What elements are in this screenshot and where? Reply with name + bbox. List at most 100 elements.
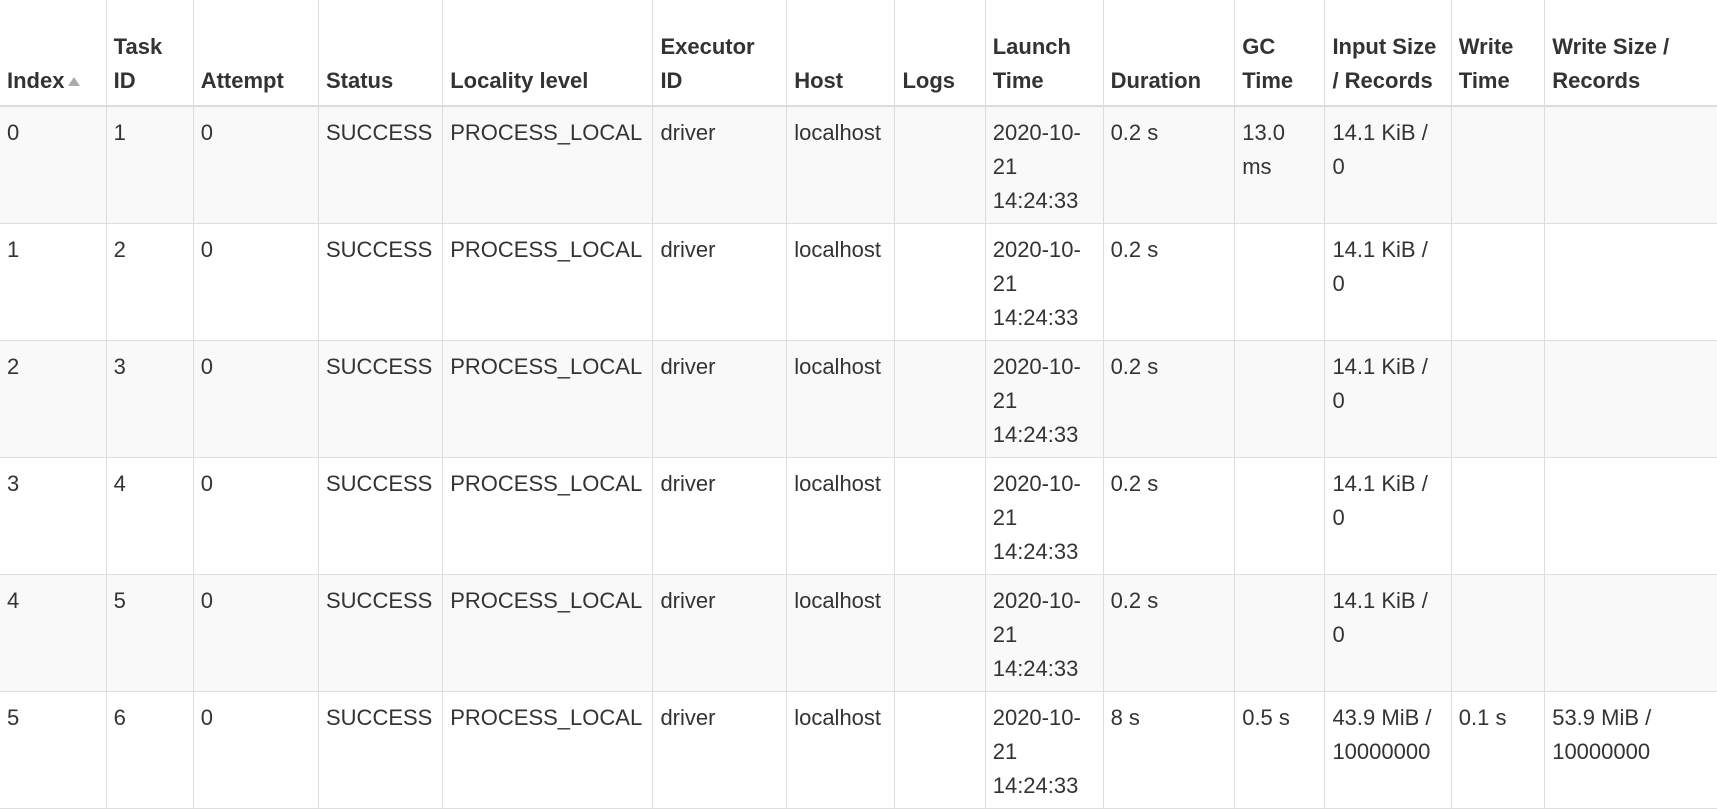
cell-logs xyxy=(894,573,986,692)
cell-logs xyxy=(894,690,986,809)
cell-status: SUCCESS xyxy=(317,690,443,809)
column-header-label: Index xyxy=(7,68,65,93)
cell-write-size-records xyxy=(1544,573,1717,692)
cell-launch-time: 2020-10-21 14:24:33 xyxy=(984,339,1104,458)
cell-gc-time xyxy=(1234,339,1325,458)
cell-gc-time xyxy=(1234,456,1325,575)
column-header-locality-level[interactable]: Locality level xyxy=(442,0,653,107)
column-header-launch-time[interactable]: Launch Time xyxy=(984,0,1104,107)
cell-executor-id: driver xyxy=(652,339,787,458)
table-row: 3 4 0 SUCCESS PROCESS_LOCAL driver local… xyxy=(0,456,1717,575)
header-row: Index Task ID Attempt Status Locality le… xyxy=(0,0,1717,107)
cell-executor-id: driver xyxy=(652,105,787,224)
cell-host: localhost xyxy=(786,105,895,224)
column-header-label: Status xyxy=(326,68,394,93)
cell-host: localhost xyxy=(786,339,895,458)
cell-task-id: 6 xyxy=(105,690,194,809)
column-header-task-id[interactable]: Task ID xyxy=(105,0,194,107)
cell-write-size-records xyxy=(1544,105,1717,224)
table-row: 5 6 0 SUCCESS PROCESS_LOCAL driver local… xyxy=(0,690,1717,809)
cell-duration: 8 s xyxy=(1102,690,1235,809)
cell-duration: 0.2 s xyxy=(1102,222,1235,341)
cell-input-size-records: 14.1 KiB / 0 xyxy=(1324,339,1452,458)
cell-index: 2 xyxy=(0,339,107,458)
cell-attempt: 0 xyxy=(192,573,319,692)
cell-index: 5 xyxy=(0,690,107,809)
cell-index: 3 xyxy=(0,456,107,575)
column-header-write-time[interactable]: Write Time xyxy=(1450,0,1545,107)
cell-logs xyxy=(894,456,986,575)
cell-locality-level: PROCESS_LOCAL xyxy=(442,222,653,341)
cell-task-id: 2 xyxy=(105,222,194,341)
cell-launch-time: 2020-10-21 14:24:33 xyxy=(984,105,1104,224)
cell-launch-time: 2020-10-21 14:24:33 xyxy=(984,456,1104,575)
column-header-label: Locality level xyxy=(450,68,589,93)
table-body: 0 1 0 SUCCESS PROCESS_LOCAL driver local… xyxy=(0,105,1717,809)
table-row: 4 5 0 SUCCESS PROCESS_LOCAL driver local… xyxy=(0,573,1717,692)
cell-task-id: 4 xyxy=(105,456,194,575)
column-header-label: Executor ID xyxy=(660,34,755,93)
cell-host: localhost xyxy=(786,456,895,575)
cell-locality-level: PROCESS_LOCAL xyxy=(442,456,653,575)
cell-write-time xyxy=(1450,339,1545,458)
cell-locality-level: PROCESS_LOCAL xyxy=(442,339,653,458)
column-header-label: Launch Time xyxy=(992,34,1071,93)
cell-launch-time: 2020-10-21 14:24:33 xyxy=(984,573,1104,692)
cell-index: 4 xyxy=(0,573,107,692)
cell-locality-level: PROCESS_LOCAL xyxy=(442,573,653,692)
column-header-input-size-records[interactable]: Input Size / Records xyxy=(1324,0,1452,107)
cell-status: SUCCESS xyxy=(317,573,443,692)
table-row: 0 1 0 SUCCESS PROCESS_LOCAL driver local… xyxy=(0,105,1717,224)
cell-write-time xyxy=(1450,105,1545,224)
cell-host: localhost xyxy=(786,690,895,809)
cell-status: SUCCESS xyxy=(317,456,443,575)
cell-gc-time xyxy=(1234,573,1325,692)
cell-write-time xyxy=(1450,222,1545,341)
cell-duration: 0.2 s xyxy=(1102,456,1235,575)
cell-write-size-records: 53.9 MiB / 10000000 xyxy=(1544,690,1717,809)
cell-write-time xyxy=(1450,573,1545,692)
table-row: 2 3 0 SUCCESS PROCESS_LOCAL driver local… xyxy=(0,339,1717,458)
table-row: 1 2 0 SUCCESS PROCESS_LOCAL driver local… xyxy=(0,222,1717,341)
cell-locality-level: PROCESS_LOCAL xyxy=(442,690,653,809)
column-header-host[interactable]: Host xyxy=(786,0,895,107)
column-header-write-size-records[interactable]: Write Size / Records xyxy=(1544,0,1717,107)
cell-attempt: 0 xyxy=(192,222,319,341)
cell-executor-id: driver xyxy=(652,222,787,341)
column-header-label: Duration xyxy=(1110,68,1202,93)
column-header-label: Host xyxy=(794,68,844,93)
cell-write-time xyxy=(1450,456,1545,575)
cell-duration: 0.2 s xyxy=(1102,339,1235,458)
cell-executor-id: driver xyxy=(652,690,787,809)
cell-write-time: 0.1 s xyxy=(1450,690,1545,809)
cell-attempt: 0 xyxy=(192,456,319,575)
cell-gc-time xyxy=(1234,222,1325,341)
cell-task-id: 3 xyxy=(105,339,194,458)
table-header: Index Task ID Attempt Status Locality le… xyxy=(0,0,1717,107)
cell-index: 0 xyxy=(0,105,107,224)
column-header-executor-id[interactable]: Executor ID xyxy=(652,0,787,107)
cell-input-size-records: 14.1 KiB / 0 xyxy=(1324,105,1452,224)
cell-launch-time: 2020-10-21 14:24:33 xyxy=(984,690,1104,809)
column-header-label: Attempt xyxy=(200,68,284,93)
cell-task-id: 5 xyxy=(105,573,194,692)
cell-logs xyxy=(894,105,986,224)
column-header-index[interactable]: Index xyxy=(0,0,107,107)
column-header-status[interactable]: Status xyxy=(317,0,443,107)
cell-index: 1 xyxy=(0,222,107,341)
cell-locality-level: PROCESS_LOCAL xyxy=(442,105,653,224)
column-header-duration[interactable]: Duration xyxy=(1102,0,1235,107)
cell-input-size-records: 43.9 MiB / 10000000 xyxy=(1324,690,1452,809)
cell-write-size-records xyxy=(1544,456,1717,575)
column-header-logs[interactable]: Logs xyxy=(894,0,986,107)
cell-attempt: 0 xyxy=(192,690,319,809)
cell-status: SUCCESS xyxy=(317,105,443,224)
column-header-label: Input Size / Records xyxy=(1332,34,1437,93)
column-header-label: Write Time xyxy=(1458,34,1514,93)
sort-ascending-icon xyxy=(68,77,81,86)
cell-task-id: 1 xyxy=(105,105,194,224)
cell-attempt: 0 xyxy=(192,105,319,224)
cell-host: localhost xyxy=(786,222,895,341)
column-header-attempt[interactable]: Attempt xyxy=(192,0,319,107)
column-header-gc-time[interactable]: GC Time xyxy=(1234,0,1325,107)
